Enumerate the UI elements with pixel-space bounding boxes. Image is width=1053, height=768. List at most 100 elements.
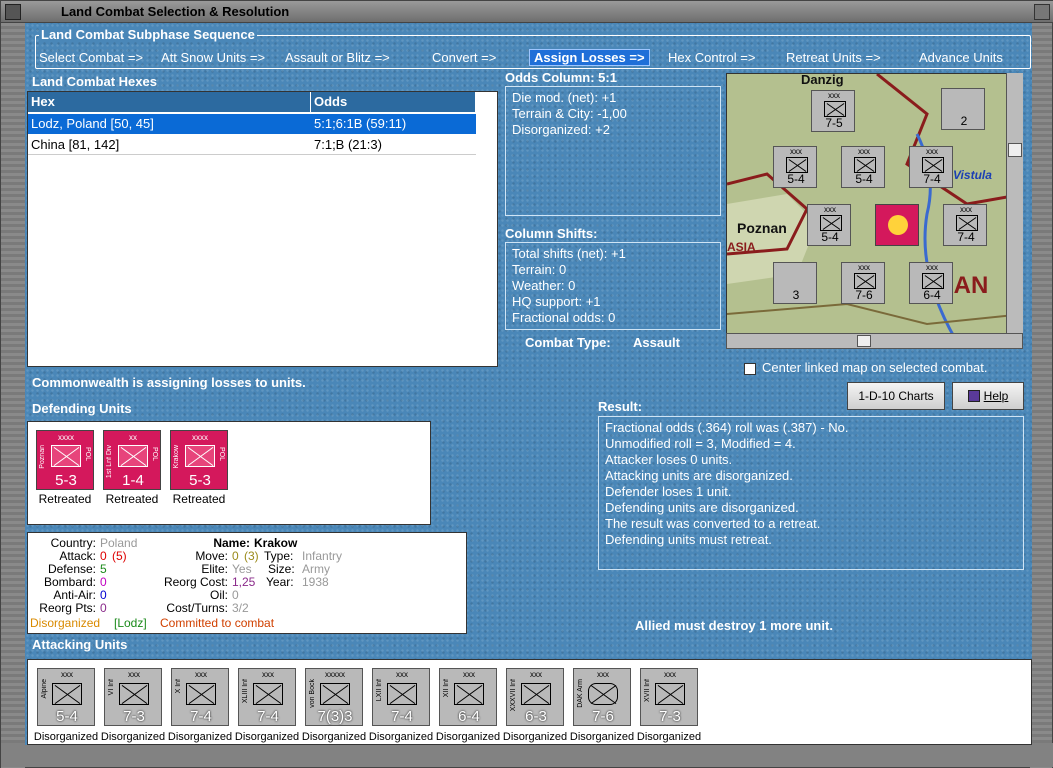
odds-cell: 7:1;B (21:3): [314, 137, 382, 152]
map-counter[interactable]: xxx 7-6: [841, 262, 885, 304]
attack-mod-value: (5): [112, 549, 127, 563]
odds-column-title: Odds Column: 5:1: [505, 70, 617, 85]
country-label: Country:: [50, 536, 96, 550]
attack-value: 0: [100, 549, 107, 563]
window-frame-bottom: [1, 743, 1053, 767]
attacking-unit[interactable]: xxx XXXVII Inf 6-3: [506, 668, 564, 726]
scroll-thumb[interactable]: [857, 335, 871, 347]
map-counter[interactable]: xxx 6-4: [909, 262, 953, 304]
step-assault-or-blitz[interactable]: Assault or Blitz =>: [285, 50, 390, 65]
charts-button[interactable]: 1-D-10 Charts: [847, 382, 945, 410]
combat-type-value: Assault: [633, 335, 680, 350]
combat-hex-marker[interactable]: [875, 204, 919, 246]
center-map-checkbox-label: Center linked map on selected combat.: [762, 360, 988, 375]
bombard-value: 0: [100, 575, 107, 589]
map-label-danzig: Danzig: [801, 73, 844, 87]
antiair-value: 0: [100, 588, 107, 602]
attacking-unit[interactable]: xxx Alpine 5-4: [37, 668, 95, 726]
step-assign-losses[interactable]: Assign Losses =>: [529, 49, 650, 66]
attacking-unit[interactable]: xxx DAK Arm 7-6: [573, 668, 631, 726]
defending-units-panel: xxxx Poznan POL 5-3 xx 1st Lnf Div POL 1-4 xxx…: [27, 421, 431, 525]
disorganized-status: Disorganized: [30, 616, 101, 630]
title-bar[interactable]: Land Combat Selection & Resolution: [1, 1, 1053, 23]
close-icon[interactable]: [1034, 4, 1050, 20]
step-convert[interactable]: Convert =>: [432, 50, 496, 65]
map-counter[interactable]: xxx 7-4: [909, 146, 953, 188]
attacking-unit-status: Disorganized: [100, 731, 166, 743]
map-counter[interactable]: xxx 7-5: [811, 90, 855, 132]
help-button-label: Help: [983, 389, 1009, 403]
attacking-unit[interactable]: xxx XVII Inf 7-3: [640, 668, 698, 726]
table-row[interactable]: Lodz, Poland [50, 45] 5:1;6:1B (59:11): [28, 114, 476, 134]
defense-value: 5: [100, 562, 107, 576]
window-frame-left: [1, 23, 25, 768]
type-value: Infantry: [302, 549, 343, 563]
name-value: Krakow: [254, 536, 298, 550]
map-vertical-scrollbar[interactable]: [1006, 73, 1023, 333]
attacking-unit-status: Disorganized: [234, 731, 300, 743]
center-map-checkbox[interactable]: [744, 363, 756, 375]
attacking-unit[interactable]: xxx XII Inf 6-4: [439, 668, 497, 726]
map-label-poznan: Poznan: [737, 220, 787, 236]
defending-unit[interactable]: xxxx Poznan POL 5-3: [36, 430, 94, 490]
year-label: Year:: [266, 575, 294, 589]
hexes-title: Land Combat Hexes: [32, 74, 157, 89]
step-select-combat[interactable]: Select Combat =>: [39, 50, 143, 65]
attacking-unit-status: Disorganized: [368, 731, 434, 743]
defending-unit[interactable]: xxxx Krakow POL 5-3: [170, 430, 228, 490]
attack-label: Attack:: [59, 549, 96, 563]
combat-type-label: Combat Type:: [525, 335, 611, 350]
move-value: 0: [232, 549, 239, 563]
attacking-units-panel: xxx Alpine 5-4 xxx VI Inf 7-3 xxx X Inf 7-4 xx…: [27, 659, 1032, 745]
defending-unit-status: Retreated: [105, 492, 159, 506]
result-line: Defending units are disorganized.: [605, 500, 799, 515]
map-counter[interactable]: xxx 5-4: [841, 146, 885, 188]
map-horizontal-scrollbar[interactable]: [726, 333, 1023, 349]
odds-column-header[interactable]: Odds: [311, 92, 476, 112]
antiair-label: Anti-Air:: [53, 588, 96, 602]
bombard-label: Bombard:: [43, 575, 96, 589]
weather-shift-line: Weather: 0: [512, 278, 576, 293]
defending-units-title: Defending Units: [32, 401, 132, 416]
scroll-thumb[interactable]: [1008, 143, 1022, 157]
result-panel: Fractional odds (.364) roll was (.387) -…: [598, 416, 1024, 570]
help-button[interactable]: Help: [952, 382, 1024, 410]
step-retreat-units[interactable]: Retreat Units =>: [786, 50, 881, 65]
step-advance-units[interactable]: Advance Units: [919, 50, 1003, 65]
elite-value: Yes: [232, 562, 252, 576]
window-frame-right: [1030, 23, 1052, 768]
reorg-cost-label: Reorg Cost:: [163, 575, 228, 589]
result-line: Attacker loses 0 units.: [605, 452, 733, 467]
window-menu-icon[interactable]: [5, 4, 21, 20]
map-counter[interactable]: xxx 7-4: [943, 204, 987, 246]
hex-column-header[interactable]: Hex: [28, 92, 311, 112]
linked-map[interactable]: Danzig Vistula Poznan LAN ASIA xxx 7-5 2 …: [726, 73, 1023, 341]
step-att-snow-units[interactable]: Att Snow Units =>: [161, 50, 265, 65]
reorg-pts-value: 0: [100, 601, 107, 615]
map-counter[interactable]: xxx 5-4: [773, 146, 817, 188]
unit-detail-panel: Country: Poland Attack: 0 (5) Defense: 5…: [27, 532, 467, 634]
table-row[interactable]: China [81, 142] 7:1;B (21:3): [28, 135, 476, 155]
type-label: Type:: [264, 549, 294, 563]
terrain-city-line: Terrain & City: -1,00: [512, 106, 627, 121]
map-counter[interactable]: xxx 5-4: [807, 204, 851, 246]
content-area: Land Combat Subphase Sequence Select Com…: [25, 23, 1032, 745]
attacking-unit[interactable]: xxx VI Inf 7-3: [104, 668, 162, 726]
country-value: Poland: [100, 536, 138, 550]
attacking-unit[interactable]: xxxxx von Bock 7(3)3: [305, 668, 363, 726]
attacking-unit[interactable]: xxx XLIII Inf 7-4: [238, 668, 296, 726]
attacking-unit-status: Disorganized: [33, 731, 99, 743]
defense-label: Defense:: [47, 562, 96, 576]
step-hex-control[interactable]: Hex Control =>: [668, 50, 755, 65]
attacking-unit[interactable]: xxx X Inf 7-4: [171, 668, 229, 726]
map-counter-air[interactable]: 3: [773, 262, 817, 304]
attacking-unit[interactable]: xxx LXII Inf 7-4: [372, 668, 430, 726]
column-shifts-details: Total shifts (net): +1 Terrain: 0 Weathe…: [505, 242, 721, 330]
hq-support-line: HQ support: +1: [512, 294, 601, 309]
map-counter-air[interactable]: 2: [941, 88, 985, 130]
defending-unit[interactable]: xx 1st Lnf Div POL 1-4: [103, 430, 161, 490]
total-shifts-line: Total shifts (net): +1: [512, 246, 626, 261]
year-value: 1938: [302, 575, 329, 589]
hex-cell: China [81, 142]: [31, 137, 120, 152]
committed-status: Committed to combat: [160, 616, 275, 630]
